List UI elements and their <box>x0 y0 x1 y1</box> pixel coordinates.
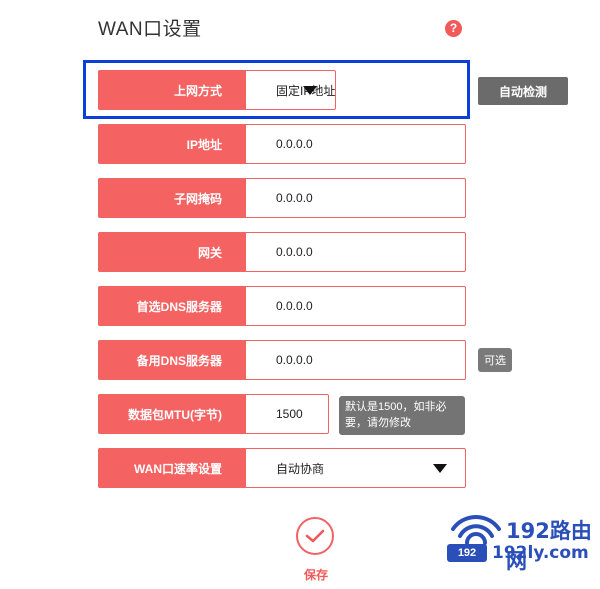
help-icon[interactable]: ? <box>445 20 462 37</box>
ip-address-input[interactable] <box>276 137 465 151</box>
connection-type-select[interactable]: 固定IP地址 <box>246 71 335 109</box>
primary-dns-input[interactable] <box>276 299 465 313</box>
gateway-input[interactable] <box>276 245 465 259</box>
watermark-badge: 192 <box>447 544 487 562</box>
subnet-mask-input[interactable] <box>276 191 465 205</box>
secondary-dns-row: 备用DNS服务器 <box>98 340 466 380</box>
optional-tag: 可选 <box>478 348 512 372</box>
secondary-dns-input[interactable] <box>276 353 465 367</box>
caret-down-icon[interactable] <box>303 86 318 95</box>
wan-speed-select[interactable]: 自动协商 <box>246 449 465 487</box>
wan-speed-value: 自动协商 <box>276 461 325 476</box>
ip-address-label: IP地址 <box>99 125 246 163</box>
primary-dns-label: 首选DNS服务器 <box>99 287 246 325</box>
connection-type-row: 上网方式 固定IP地址 <box>98 70 337 110</box>
gateway-row: 网关 <box>98 232 466 272</box>
connection-type-label: 上网方式 <box>99 71 246 109</box>
wan-speed-label: WAN口速率设置 <box>99 449 246 487</box>
gateway-label: 网关 <box>99 233 246 271</box>
caret-down-icon[interactable] <box>433 464 447 473</box>
mtu-hint: 默认是1500，如非必要，请勿修改 <box>339 396 465 435</box>
secondary-dns-label: 备用DNS服务器 <box>99 341 246 379</box>
auto-detect-button[interactable]: 自动检测 <box>478 77 568 105</box>
check-icon <box>305 529 325 543</box>
subnet-mask-row: 子网掩码 <box>98 178 466 218</box>
mtu-row: 数据包MTU(字节) <box>98 394 329 434</box>
mtu-label: 数据包MTU(字节) <box>99 395 246 433</box>
save-label[interactable]: 保存 <box>300 566 332 583</box>
page-title: WAN口设置 <box>98 19 202 40</box>
subnet-mask-label: 子网掩码 <box>99 179 246 217</box>
ip-address-row: IP地址 <box>98 124 466 164</box>
save-button[interactable] <box>296 517 334 555</box>
watermark-domain: 192ly.com <box>492 543 589 563</box>
mtu-input[interactable] <box>276 407 328 421</box>
wan-speed-row: WAN口速率设置 自动协商 <box>98 448 466 488</box>
primary-dns-row: 首选DNS服务器 <box>98 286 466 326</box>
